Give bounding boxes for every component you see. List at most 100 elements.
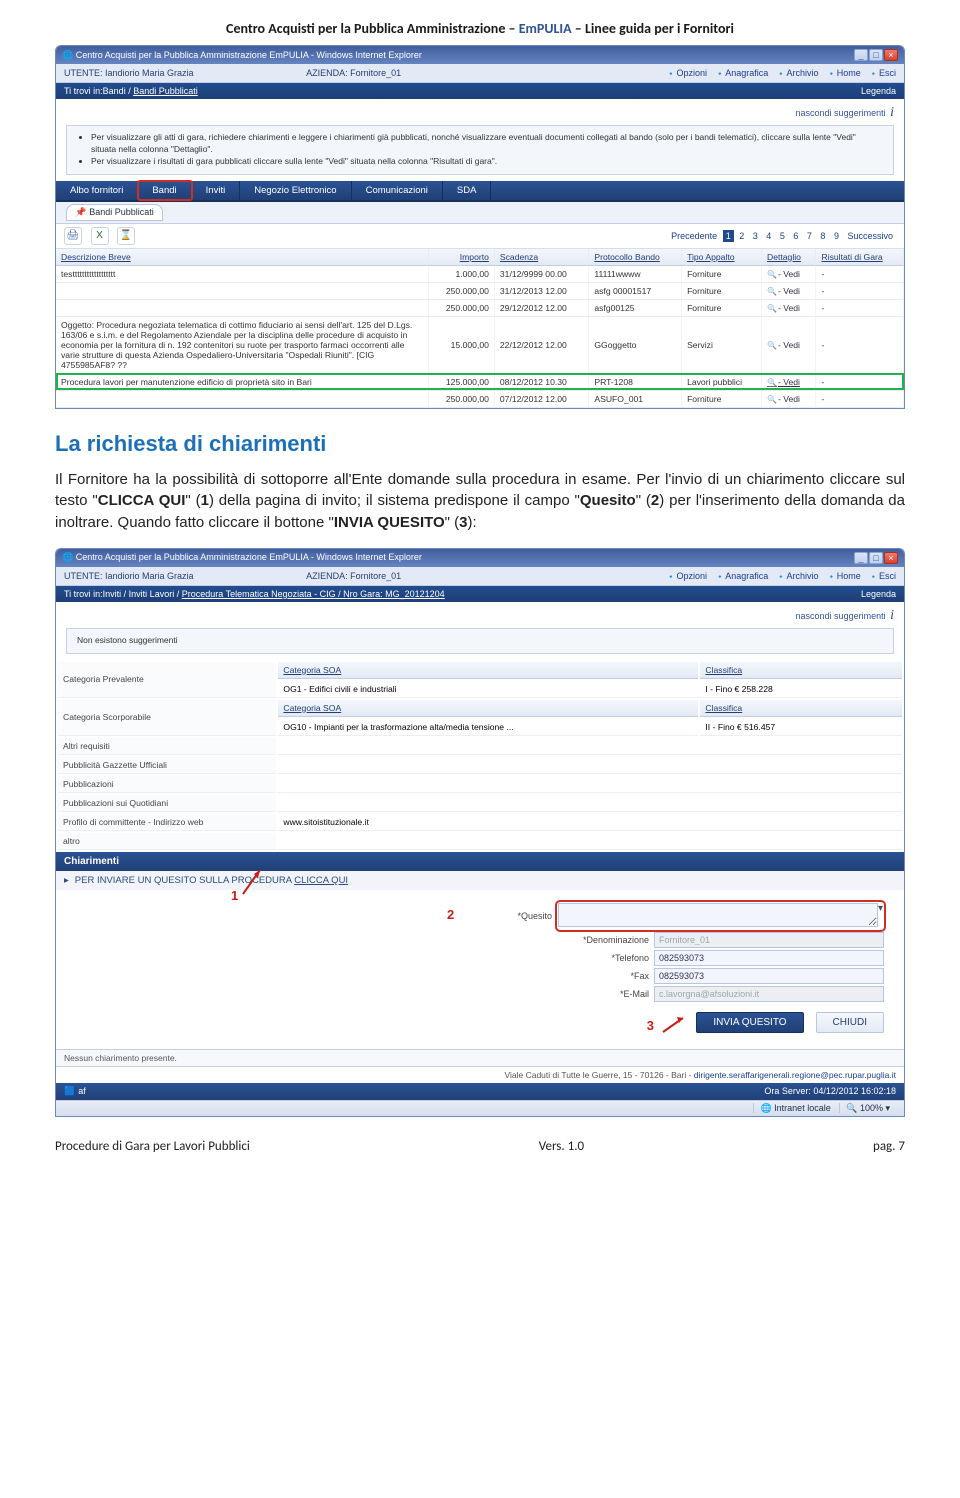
col-importo[interactable]: Importo: [429, 249, 495, 266]
col-risultati[interactable]: Risultati di Gara: [816, 249, 904, 266]
hide-suggestions[interactable]: nascondi suggerimenti i: [66, 105, 894, 121]
cell-dettaglio[interactable]: - Vedi: [762, 299, 816, 316]
pager-prev[interactable]: Precedente: [668, 230, 720, 242]
doc-header-left: Centro Acquisti per la Pubblica Amminist…: [226, 20, 519, 37]
export-excel-icon[interactable]: X: [91, 227, 109, 245]
cell-dettaglio[interactable]: - Vedi: [762, 265, 816, 282]
link-archivio[interactable]: Archivio: [777, 68, 819, 78]
close-icon[interactable]: ×: [884, 552, 898, 564]
fax-input[interactable]: [654, 968, 884, 984]
quesito-input[interactable]: [558, 903, 878, 927]
cell-risultati: -: [816, 265, 904, 282]
link-opzioni[interactable]: Opzioni: [667, 571, 707, 581]
crumb-prefix: Ti trovi in:Bandi /: [64, 86, 133, 96]
link-opzioni[interactable]: Opzioni: [667, 68, 707, 78]
tab-inviti[interactable]: Inviti: [192, 181, 241, 200]
col-dettaglio[interactable]: Dettaglio: [762, 249, 816, 266]
tab-sda[interactable]: SDA: [443, 181, 492, 200]
callout-2: 2: [447, 907, 454, 922]
cell-dettaglio[interactable]: - Vedi: [762, 282, 816, 299]
pager-page-5[interactable]: 5: [777, 230, 788, 242]
cell-tipo: Forniture: [682, 282, 762, 299]
cell-risultati: -: [816, 282, 904, 299]
subtab-bandi-pubblicati[interactable]: 📌Bandi Pubblicati: [66, 204, 163, 221]
field-label: Pubblicazioni sui Quotidiani: [58, 795, 276, 812]
invia-quesito-button[interactable]: INVIA QUESITO: [696, 1012, 803, 1033]
table-row: Oggetto: Procedura negoziata telematica …: [56, 316, 904, 373]
toolbar: 🖨 X ⌛ Precedente 1 2 3 4 5 6 7 8 9 Succe…: [56, 224, 904, 249]
col-scadenza[interactable]: Scadenza: [494, 249, 588, 266]
clicca-qui-link[interactable]: CLICCA QUI: [294, 875, 348, 886]
clicca-bar: ▸ PER INVIARE UN QUESITO SULLA PROCEDURA…: [56, 871, 904, 890]
pager-page-3[interactable]: 3: [750, 230, 761, 242]
tab-albo[interactable]: Albo fornitori: [56, 181, 138, 200]
footer-email[interactable]: dirigente.seraffarigenerali.regione@pec.…: [694, 1070, 896, 1080]
pager-page-4[interactable]: 4: [763, 230, 774, 242]
table-row: Procedura lavori per manutenzione edific…: [56, 373, 904, 390]
print-icon[interactable]: 🖨: [64, 227, 82, 245]
pager-page-9[interactable]: 9: [831, 230, 842, 242]
minimize-icon[interactable]: _: [854, 552, 868, 564]
no-chiarimenti: Nessun chiarimento presente.: [64, 1053, 177, 1063]
link-esci[interactable]: Esci: [869, 571, 896, 581]
col-tipo[interactable]: Tipo Appalto: [682, 249, 762, 266]
hourglass-icon[interactable]: ⌛: [117, 227, 135, 245]
crumb-current[interactable]: Bandi Pubblicati: [133, 86, 198, 96]
sub-label: Categoria SOA: [278, 662, 698, 679]
footer-mid: Vers. 1.0: [539, 1139, 584, 1154]
field-value: www.sitoistituzionale.it: [278, 814, 902, 831]
cell-protocollo: asfg 00001517: [589, 282, 682, 299]
link-home[interactable]: Home: [827, 571, 861, 581]
telefono-label: *Telefono: [539, 953, 649, 963]
col-protocollo[interactable]: Protocollo Bando: [589, 249, 682, 266]
cell-scadenza: 31/12/2013 12.00: [494, 282, 588, 299]
pager-next[interactable]: Successivo: [844, 230, 896, 242]
cell-dettaglio[interactable]: - Vedi: [762, 316, 816, 373]
tab-bandi[interactable]: Bandi: [138, 181, 191, 200]
hide-suggestions[interactable]: nascondi suggerimenti i: [66, 608, 894, 624]
pager-page-7[interactable]: 7: [804, 230, 815, 242]
cell-dettaglio[interactable]: - Vedi: [762, 373, 816, 390]
zoom-level[interactable]: 🔍 100%: [846, 1103, 883, 1113]
tab-negozio[interactable]: Negozio Elettronico: [240, 181, 351, 200]
crumb-current[interactable]: Procedura Telematica Negoziata - CIG / N…: [182, 589, 445, 599]
app-topbar: UTENTE: Iandiorio Maria Grazia AZIENDA: …: [56, 64, 904, 83]
af-logo-icon: 🟦: [64, 1086, 75, 1097]
minimize-icon[interactable]: _: [854, 49, 868, 61]
content-footer: Nessun chiarimento presente.: [56, 1049, 904, 1066]
field-value: [278, 833, 902, 850]
link-legenda[interactable]: Legenda: [861, 589, 896, 599]
maximize-icon[interactable]: □: [869, 49, 883, 61]
pager-page-8[interactable]: 8: [817, 230, 828, 242]
app-topbar: UTENTE: Iandiorio Maria Grazia AZIENDA: …: [56, 567, 904, 586]
cell-importo: 125.000,00: [429, 373, 495, 390]
cell-dettaglio[interactable]: - Vedi: [762, 390, 816, 407]
suggestion-1: Per visualizzare gli atti di gara, richi…: [91, 132, 883, 156]
link-home[interactable]: Home: [827, 68, 861, 78]
pager-page-6[interactable]: 6: [790, 230, 801, 242]
field-label: Pubblicità Gazzette Ufficiali: [58, 757, 276, 774]
chiudi-button[interactable]: CHIUDI: [816, 1012, 884, 1033]
no-suggestions: Non esistono suggerimenti: [66, 628, 894, 654]
maximize-icon[interactable]: □: [869, 552, 883, 564]
sub-value: OG10 - Impianti per la trasformazione al…: [278, 719, 698, 736]
cls-label: Classifica: [700, 700, 902, 717]
link-esci[interactable]: Esci: [869, 68, 896, 78]
pin-icon: 📌: [75, 207, 86, 218]
server-time: Ora Server: 04/12/2012 16:02:18: [764, 1086, 896, 1097]
tab-comunicazioni[interactable]: Comunicazioni: [352, 181, 443, 200]
link-archivio[interactable]: Archivio: [777, 571, 819, 581]
cell-scadenza: 22/12/2012 12.00: [494, 316, 588, 373]
link-anagrafica[interactable]: Anagrafica: [716, 571, 769, 581]
link-legenda[interactable]: Legenda: [861, 86, 896, 96]
cell-importo: 1.000,00: [429, 265, 495, 282]
col-desc[interactable]: Descrizione Breve: [56, 249, 429, 266]
field-label: Altri requisiti: [58, 738, 276, 755]
telefono-input[interactable]: [654, 950, 884, 966]
close-icon[interactable]: ×: [884, 49, 898, 61]
link-anagrafica[interactable]: Anagrafica: [716, 68, 769, 78]
pager-page-2[interactable]: 2: [736, 230, 747, 242]
footer-address: Viale Caduti di Tutte le Guerre, 15 - 70…: [504, 1070, 693, 1080]
pager-page-1[interactable]: 1: [723, 230, 734, 242]
field-value: [278, 757, 902, 774]
